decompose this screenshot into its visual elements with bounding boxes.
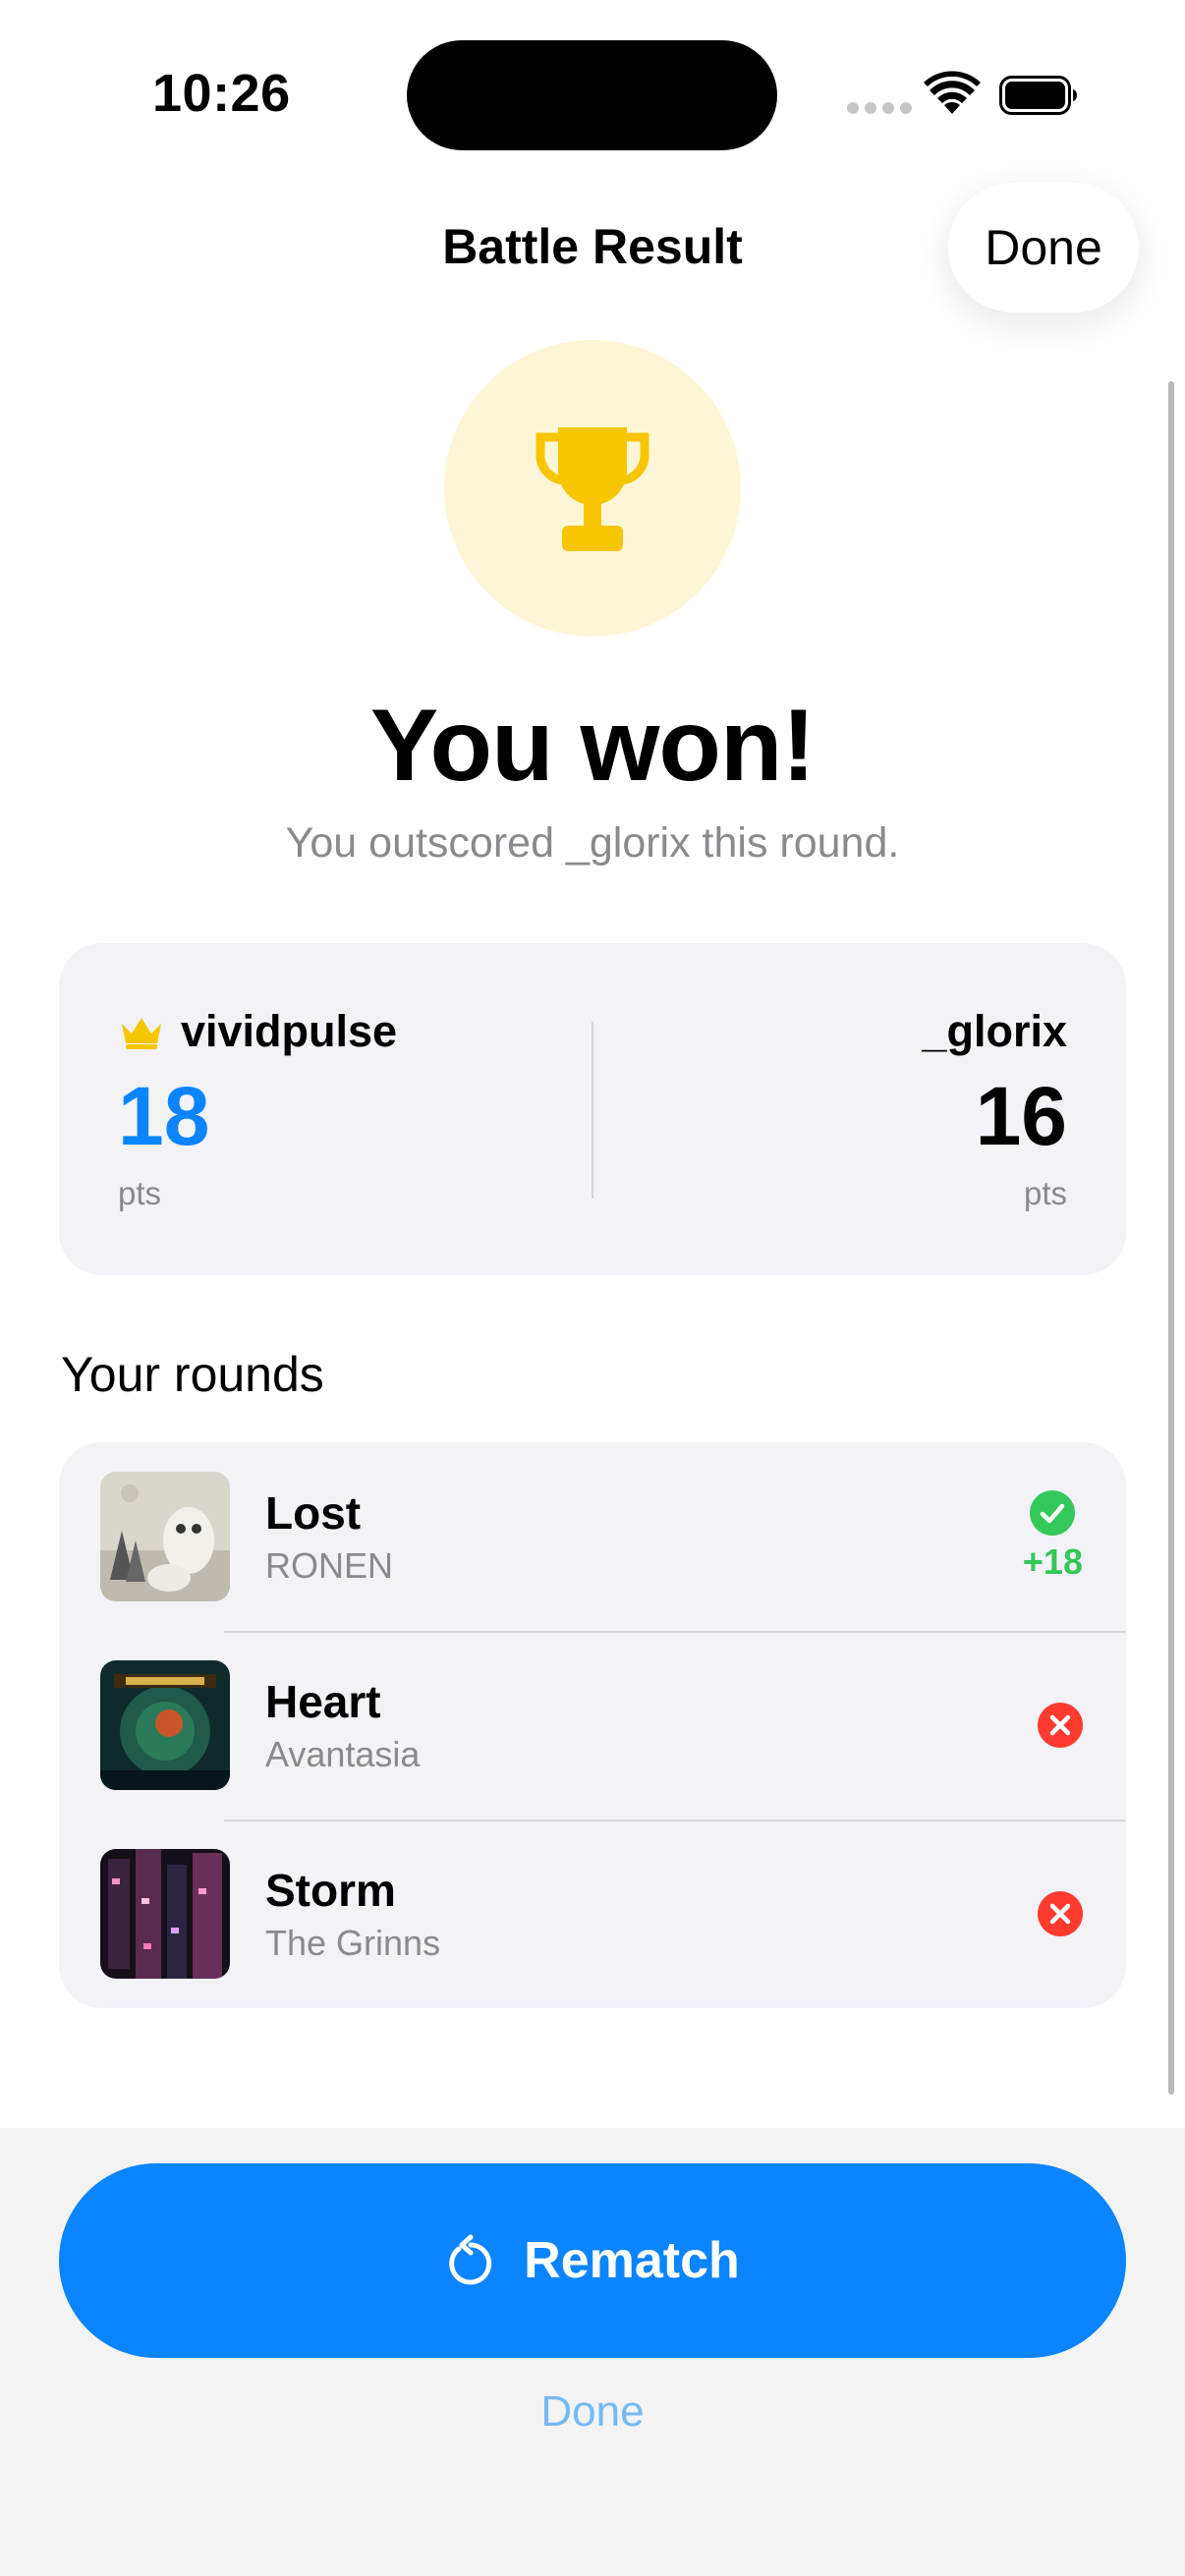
round-points: +18: [1022, 1541, 1083, 1582]
list-item[interactable]: Lost RONEN +18: [59, 1442, 1126, 1631]
xmark-circle-icon: [1038, 1703, 1083, 1748]
rounds-list: Lost RONEN +18 Heart Avantasia Storm The…: [59, 1442, 1126, 2008]
rematch-arrow-icon: [449, 2234, 492, 2285]
opponent-score: _glorix 16 pts: [922, 1002, 1067, 1212]
done-button-top[interactable]: Done: [948, 183, 1139, 312]
round-song-title: Lost: [265, 1487, 362, 1539]
score-divider: [592, 1022, 593, 1199]
album-cover-image: [100, 1472, 230, 1601]
wifi-icon: [924, 71, 981, 114]
round-song-title: Heart: [265, 1676, 381, 1727]
player-points: 18: [118, 1070, 210, 1162]
scroll-indicator: [1168, 381, 1174, 2095]
battery-icon: [999, 76, 1077, 115]
score-card: vividpulse 18 pts _glorix 16 pts: [59, 943, 1126, 1275]
opponent-points: 16: [975, 1070, 1067, 1162]
dynamic-island: [407, 40, 777, 150]
list-item[interactable]: Storm The Grinns: [59, 1820, 1126, 2008]
player-score: vividpulse 18 pts: [118, 1002, 397, 1212]
rounds-section-title: Your rounds: [61, 1347, 324, 1402]
album-cover-image: [100, 1849, 230, 1979]
player-points-unit: pts: [118, 1175, 162, 1212]
cellular-signal-icon: [847, 102, 912, 114]
opponent-points-unit: pts: [1023, 1175, 1067, 1212]
crown-icon: [122, 1018, 161, 1049]
trophy-icon: [536, 427, 649, 551]
player-name: vividpulse: [181, 1006, 398, 1056]
xmark-circle-icon: [1038, 1891, 1083, 1936]
status-time: 10:26: [152, 64, 291, 123]
list-item[interactable]: Heart Avantasia: [59, 1631, 1126, 1820]
round-song-title: Storm: [265, 1865, 396, 1916]
result-headline: You won!: [369, 689, 816, 803]
round-artist: Avantasia: [265, 1734, 421, 1774]
rematch-label: Rematch: [524, 2232, 740, 2289]
result-subline: You outscored _glorix this round.: [285, 819, 900, 867]
status-bar: 10:26: [0, 0, 1185, 187]
album-cover-image: [100, 1660, 230, 1790]
opponent-name: _glorix: [922, 1006, 1067, 1056]
done-button-bottom[interactable]: Done: [0, 2387, 1185, 2436]
round-artist: RONEN: [265, 1545, 394, 1586]
checkmark-circle-icon: [1030, 1490, 1076, 1536]
rematch-button[interactable]: Rematch: [59, 2163, 1126, 2358]
round-artist: The Grinns: [265, 1923, 441, 1963]
trophy-badge: [444, 340, 741, 637]
